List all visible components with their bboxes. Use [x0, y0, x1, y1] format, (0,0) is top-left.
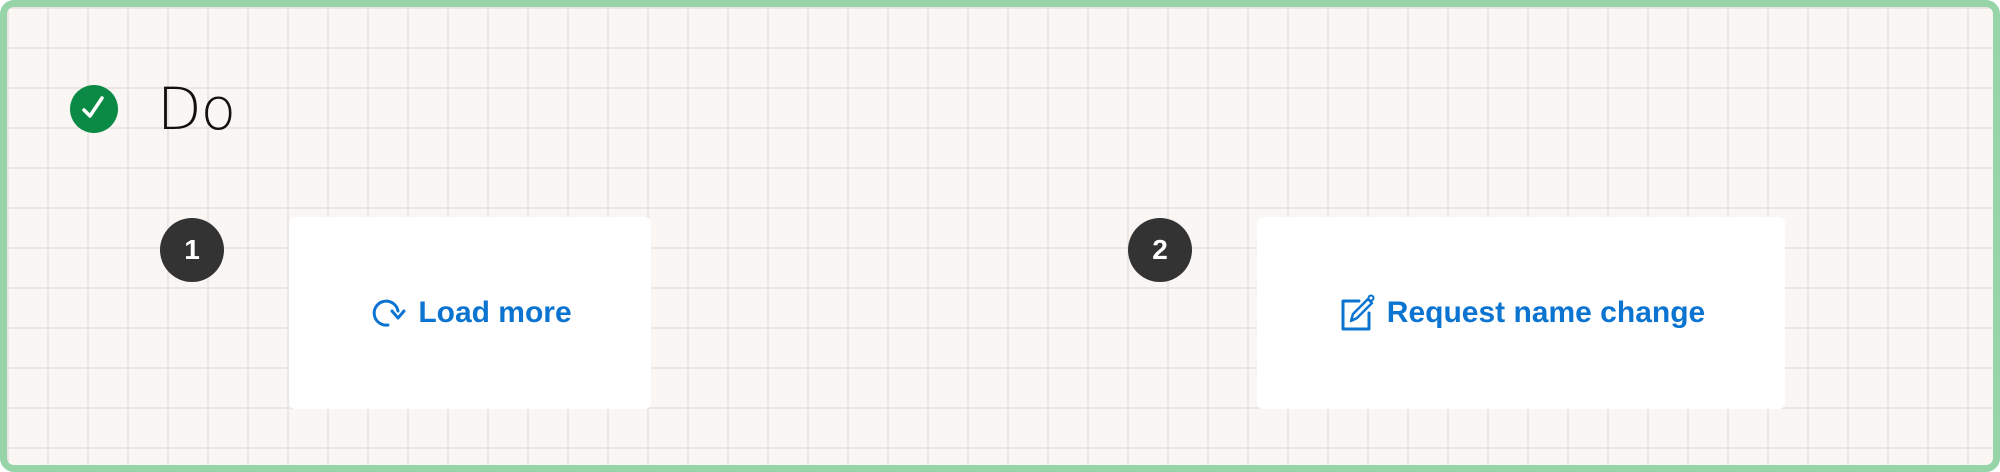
example-card: Load more: [289, 217, 651, 409]
checkmark-circle-icon: [70, 85, 118, 133]
load-more-label: Load more: [418, 296, 572, 329]
heading-title: Do: [157, 75, 236, 143]
step-badge: 2: [1128, 218, 1192, 282]
load-more-button[interactable]: Load more: [368, 293, 572, 333]
edit-icon: [1337, 293, 1377, 333]
do-heading: Do: [70, 75, 236, 143]
refresh-icon: [368, 293, 408, 333]
do-example-panel: Do 1 Load more 2 Request name change: [0, 0, 2000, 472]
step-badge: 1: [160, 218, 224, 282]
example-card: Request name change: [1257, 217, 1785, 409]
request-name-change-button[interactable]: Request name change: [1337, 293, 1705, 333]
request-name-change-label: Request name change: [1386, 296, 1706, 329]
